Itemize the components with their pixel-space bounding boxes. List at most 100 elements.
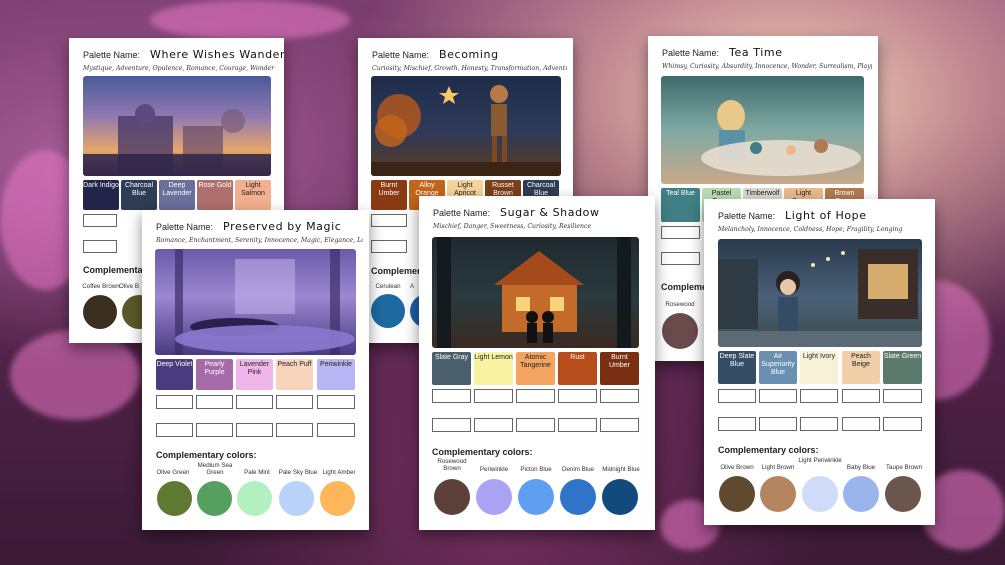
value-box[interactable]: [718, 417, 756, 431]
swatch-slate-gray: Slate Gray: [432, 352, 471, 385]
value-box[interactable]: [516, 389, 555, 403]
complementary-name: Taupe Brown: [885, 464, 923, 471]
tea-party-illustration: [661, 76, 864, 184]
palette-tags: Curiosity, Mischief, Growth, Honesty, Tr…: [372, 65, 567, 72]
value-box[interactable]: [800, 417, 838, 431]
value-box[interactable]: [661, 226, 700, 239]
value-box[interactable]: [600, 389, 639, 403]
palette-name-row: Palette Name: Where Wishes Wander: [83, 48, 284, 61]
sleeping-scene: [175, 249, 355, 355]
value-box[interactable]: [83, 214, 117, 227]
swatch-air-superiority-blue: Air Superiority Blue: [759, 351, 797, 384]
complementary-swatch-olive-brown: [719, 476, 755, 512]
value-box[interactable]: [718, 389, 756, 403]
complementary-swatch-picton-blue: [518, 479, 554, 515]
value-box[interactable]: [474, 418, 513, 432]
palette-tags: Romance, Enchantment, Serenity, Innocenc…: [156, 237, 363, 244]
palette-name-label: Palette Name:: [433, 208, 491, 218]
complementary-title: Complementary: [83, 265, 152, 275]
palette-name: Where Wishes Wander: [150, 48, 284, 61]
palette-name: Tea Time: [729, 46, 783, 59]
swatch-light-lemon: Light Lemon: [474, 352, 513, 385]
complementary-name: Cerulean: [375, 283, 401, 290]
palette-name: Light of Hope: [785, 209, 867, 222]
value-box[interactable]: [759, 417, 797, 431]
swatch-deep-slate-blue: Deep Slate Blue: [718, 351, 756, 384]
palette-name-row: Palette Name: Preserved by Magic: [156, 220, 361, 233]
complementary-title: Complementary colors:: [718, 445, 819, 455]
palette-name-row: Palette Name: Tea Time: [662, 46, 870, 59]
complementary-name: Picton Blue: [520, 466, 552, 473]
value-box[interactable]: [236, 423, 273, 437]
value-box[interactable]: [236, 395, 273, 409]
complementary-swatch-cerulean: [371, 294, 405, 328]
sleeping-beauty-illustration: [155, 249, 356, 355]
value-box[interactable]: [600, 418, 639, 432]
blossom-cluster: [10, 330, 140, 420]
value-box[interactable]: [516, 418, 555, 432]
value-box[interactable]: [474, 389, 513, 403]
swatch-periwinkle: Periwinkle: [317, 359, 355, 390]
value-box[interactable]: [156, 395, 193, 409]
complementary-swatch-midnight-blue: [602, 479, 638, 515]
value-box[interactable]: [842, 389, 880, 403]
value-box[interactable]: [432, 418, 471, 432]
value-box[interactable]: [196, 395, 233, 409]
palette-name-row: Palette Name: Sugar & Shadow: [433, 206, 647, 219]
value-box[interactable]: [371, 214, 407, 227]
value-box[interactable]: [759, 389, 797, 403]
palette-tags: Melancholy, Innocence, Coldness, Hope, F…: [718, 226, 903, 233]
blossom-cluster: [150, 0, 350, 40]
complementary-swatch-light-brown: [760, 476, 796, 512]
swatch-peach-beige: Peach Beige: [842, 351, 880, 384]
complementary-swatch-denim-blue: [560, 479, 596, 515]
gingerbread-scene: [437, 237, 631, 348]
complementary-swatch-pale-mint: [237, 481, 272, 516]
snowy-street-scene: [718, 249, 922, 347]
swatch-dark-indigo: Dark Indigo: [83, 180, 119, 210]
value-box[interactable]: [842, 417, 880, 431]
palette-tags: Mystique, Adventure, Opulence, Romance, …: [83, 65, 275, 72]
value-box[interactable]: [276, 395, 313, 409]
swatch-light-salmon: Light Salmon: [235, 180, 271, 210]
swatch-rose-gold: Rose Gold: [197, 180, 233, 210]
value-box[interactable]: [276, 423, 313, 437]
complementary-name: Light Brown: [761, 464, 795, 471]
complementary-name: Rosewood Brown: [437, 458, 467, 472]
complementary-name: Light Periwinkle: [798, 457, 842, 464]
value-box[interactable]: [317, 423, 355, 437]
value-box[interactable]: [432, 389, 471, 403]
value-box[interactable]: [800, 389, 838, 403]
value-box[interactable]: [558, 389, 597, 403]
value-box[interactable]: [371, 240, 407, 253]
palette-name: Preserved by Magic: [223, 220, 342, 233]
palette-name-label: Palette Name:: [156, 222, 214, 232]
value-box[interactable]: [317, 395, 355, 409]
swatch-deep-lavender: Deep Lavender: [159, 180, 195, 210]
swatch-charcoal-blue: Charcoal Blue: [121, 180, 157, 210]
complementary-name: Denim Blue: [562, 466, 594, 473]
value-box[interactable]: [558, 418, 597, 432]
complementary-swatch-periwinkle: [476, 479, 512, 515]
palette-tags: Whimsy, Curiosity, Absurdity, Innocence,…: [662, 63, 872, 70]
swatch-burnt-umber: Burnt Umber: [600, 352, 639, 385]
complementary-swatch-coffee-brown: [83, 295, 117, 329]
complementary-name: Olive Green: [156, 469, 190, 476]
complementary-name: Rosewood: [665, 301, 695, 308]
palette-tags: Mischief, Danger, Sweetness, Curiosity, …: [433, 223, 592, 230]
swatch-pearly-purple: Pearly Purple: [196, 359, 233, 390]
value-box[interactable]: [661, 252, 700, 265]
complementary-name: Midnight Blue: [602, 466, 640, 473]
value-box[interactable]: [883, 389, 922, 403]
swatch-burnt-umber: Burnt Umber: [371, 180, 407, 210]
snowy-street-illustration: [718, 239, 922, 347]
value-box[interactable]: [156, 423, 193, 437]
swatch-teal-blue: Teal Blue: [661, 188, 700, 222]
tea-party-scene: [701, 100, 861, 176]
complementary-swatch-taupe-brown: [885, 476, 921, 512]
value-box[interactable]: [83, 240, 117, 253]
palette-card-light-of-hope: Palette Name: Light of Hope Melancholy, I…: [704, 199, 935, 525]
value-box[interactable]: [196, 423, 233, 437]
value-box[interactable]: [883, 417, 922, 431]
complementary-swatch-light-periwinkle: [802, 476, 838, 512]
